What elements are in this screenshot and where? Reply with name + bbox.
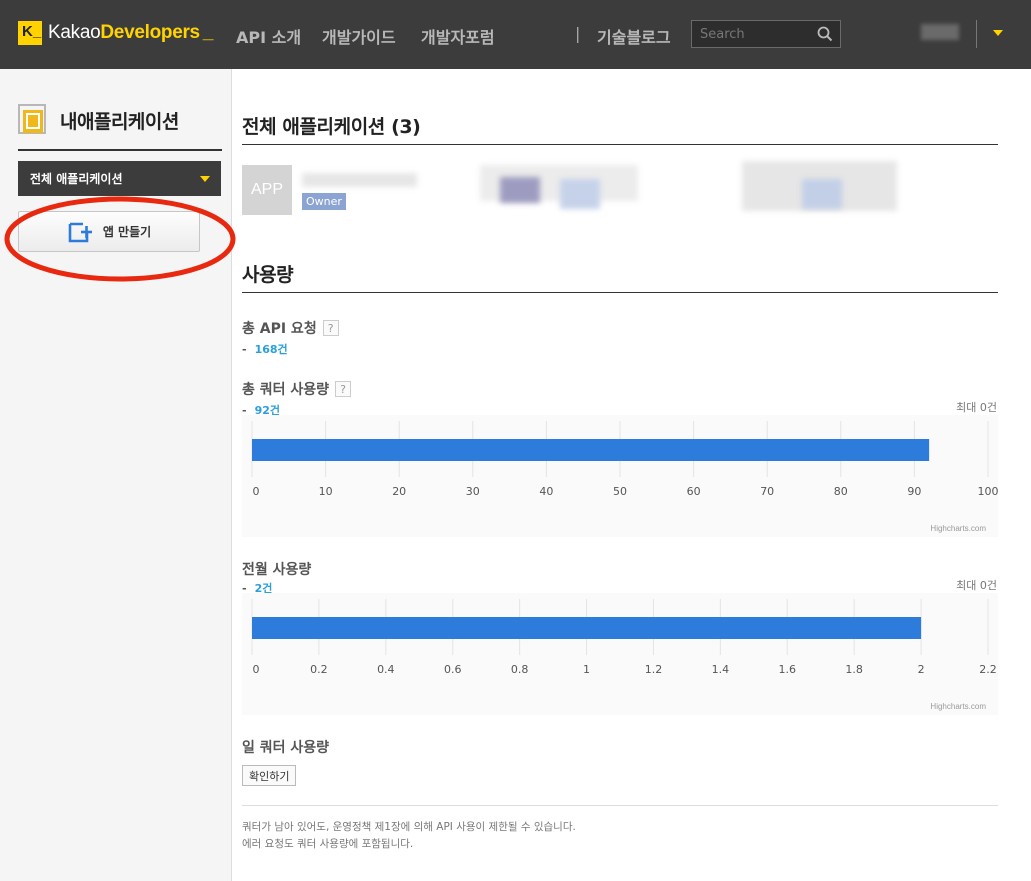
axis-tick-label: 0 [253,663,260,676]
daily-quota-label: 일 쿼터 사용량 [242,737,329,757]
total-quota-chart: 0 10 20 30 40 50 60 70 80 90 100 Highcharts.com [242,415,998,537]
total-quota-chart-svg: 0 10 20 30 40 50 60 70 80 90 100 [251,421,999,498]
daily-quota-text: 일 쿼터 사용량 [242,740,330,756]
usage-section-title: 사용량 [242,264,294,286]
logo-brand: Developers [100,22,200,43]
axis-tick-label: 0.2 [310,663,328,676]
help-icon[interactable]: ? [322,320,339,336]
note-line-2: 에러 요청도 쿼터 사용량에 포함됩니다. [242,838,414,850]
axis-tick-label: 50 [613,485,627,498]
app-badge-redacted [560,179,600,209]
axis-tick-label: 0.8 [511,663,529,676]
sidebar: 내애플리케이션 전체 애플리케이션 앱 만들기 [0,69,236,881]
caret-down-icon[interactable] [993,30,1003,36]
nav-tech-blog[interactable]: 기술블로그 [597,24,671,48]
chevron-down-icon [200,176,210,182]
axis-tick-label: 1.6 [779,663,797,676]
last-month-chart-svg: 0 0.2 0.4 0.6 0.8 1 1.2 1.4 1.6 1.8 2 2.2 [251,599,997,676]
axis-tick-label: 1.4 [712,663,730,676]
total-quota-text: 총 쿼터 사용량 [242,382,330,398]
last-month-max: 최대 0건 [956,579,997,592]
app-filter-select[interactable]: 전체 애플리케이션 [18,161,221,196]
nav-api-intro[interactable]: API 소개 [236,24,301,48]
logo-suffix: _ [202,22,214,43]
axis-tick-label: 1.2 [645,663,663,676]
usage-bar [252,439,930,461]
help-icon[interactable]: ? [335,381,352,397]
usage-bar [252,617,922,639]
axis-tick-label: 2.2 [979,663,997,676]
sidebar-divider [18,149,222,151]
highcharts-credit[interactable]: Highcharts.com [930,524,986,533]
last-month-chart: 0 0.2 0.4 0.6 0.8 1 1.2 1.4 1.6 1.8 2 2.2 Highchart… [242,593,998,715]
axis-tick-label: 20 [392,485,406,498]
axis-tick-label: 80 [834,485,848,498]
axis-tick-label: 60 [687,485,701,498]
nav-dev-forum[interactable]: 개발자포럼 [421,24,495,48]
nav-separator: | [575,24,581,43]
kakao-developers-logo[interactable]: K_ KakaoDevelopers _ [18,21,213,45]
top-navigation-bar: K_ KakaoDevelopers _ API 소개 개발가이드 개발자포럼 … [0,0,1031,69]
total-api-text: 총 API 요청 [242,321,317,337]
check-daily-quota-button[interactable]: 확인하기 [242,765,297,786]
apps-section-title: 전체 애플리케이션 (3) [242,116,421,138]
plus-square-icon [68,222,92,242]
apps-section-divider [242,144,998,145]
app-logo-icon [18,104,46,134]
highcharts-credit[interactable]: Highcharts.com [930,702,986,711]
total-quota-max: 최대 0건 [956,401,997,414]
sidebar-header: 내애플리케이션 [18,104,179,136]
user-avatar[interactable] [921,24,959,40]
app-filter-label: 전체 애플리케이션 [30,172,123,186]
total-api-value: -168건 [242,341,288,357]
app-card-thumbnail[interactable]: APP [242,165,292,215]
nav-divider [976,20,977,48]
app-name-redacted[interactable] [302,173,417,187]
axis-tick-label: 0.6 [444,663,462,676]
search-icon[interactable] [817,26,833,42]
value-dash: - [242,343,247,356]
sidebar-title: 내애플리케이션 [60,110,179,133]
notes-divider [242,805,998,806]
total-api-count: 168건 [254,343,288,356]
main-content: 전체 애플리케이션 (3) APP Owner 사용량 총 API 요청 ? -… [242,69,1031,881]
note-line-1: 쿼터가 남아 있어도, 운영정책 제1장에 의해 API 사용이 제한될 수 있… [242,821,576,833]
owner-badge: Owner [302,193,346,210]
total-api-label: 총 API 요청 ? [242,318,339,338]
axis-tick-label: 0.4 [377,663,395,676]
app-thumbnail-redacted [500,177,540,203]
nav-dev-guide[interactable]: 개발가이드 [322,24,396,48]
axis-tick-label: 30 [466,485,480,498]
logo-mark: K_ [18,21,42,45]
axis-tick-label: 1 [583,663,590,676]
total-quota-label: 총 쿼터 사용량 ? [242,379,352,399]
axis-tick-label: 70 [760,485,774,498]
last-month-text: 전월 사용량 [242,562,312,578]
search-box [691,20,841,48]
last-month-label: 전월 사용량 [242,559,311,579]
search-input[interactable] [692,21,812,47]
logo-wordmark: KakaoDevelopers [48,22,200,44]
app-badge-redacted [802,179,842,209]
logo-prefix: Kakao [48,22,101,43]
axis-tick-label: 10 [319,485,333,498]
axis-tick-label: 40 [539,485,553,498]
create-app-button[interactable]: 앱 만들기 [18,211,200,252]
axis-tick-label: 0 [253,485,260,498]
axis-tick-label: 1.8 [845,663,863,676]
axis-tick-label: 90 [907,485,921,498]
usage-section-divider [242,292,998,293]
axis-tick-label: 2 [918,663,925,676]
create-app-label: 앱 만들기 [102,225,152,239]
axis-tick-label: 100 [978,485,999,498]
